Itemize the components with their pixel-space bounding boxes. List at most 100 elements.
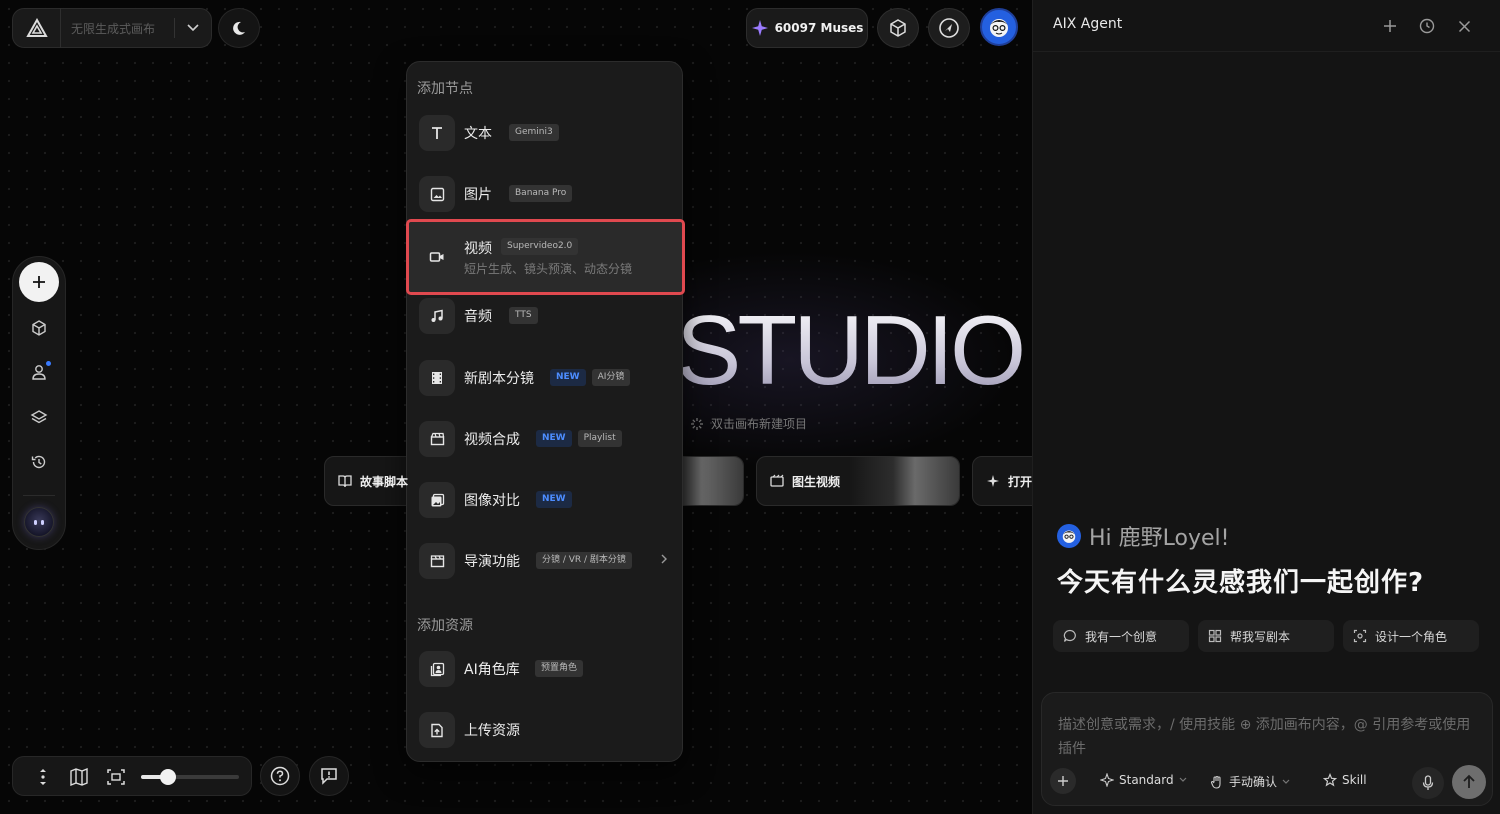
assets-button[interactable] — [25, 314, 53, 342]
sparkle-icon — [751, 20, 768, 36]
cube-icon — [32, 320, 46, 336]
book-icon — [338, 475, 352, 488]
menu-item-label: 导演功能 — [464, 554, 520, 570]
notification-dot — [46, 361, 51, 366]
clock-icon — [1419, 18, 1435, 34]
moon-icon — [233, 21, 245, 35]
composer-input[interactable]: 描述创意或需求，/ 使用技能 ⊕ 添加画布内容，@ 引用参考或使用插件 — [1058, 713, 1478, 761]
scan-face-icon — [1353, 629, 1367, 643]
menu-item-director[interactable]: 导演功能 分镜 / VR / 剧本分镜 — [417, 536, 674, 586]
menu-section-nodes: 添加节点 — [417, 81, 473, 97]
shortcut-label: 图生视频 — [792, 474, 841, 489]
menu-item-video-compose[interactable]: 视频合成 NEW Playlist — [417, 414, 674, 464]
shortcut-open[interactable]: 打开 — [972, 456, 1032, 506]
shortcut-label: 打开 — [1008, 474, 1032, 489]
zoom-slider-thumb[interactable] — [160, 769, 177, 785]
canvas[interactable]: 无限生成式画布 60097 Muses STUDIO 双击画布新建项目 故事脚本… — [0, 0, 1032, 814]
feature-tag: 分镜 / VR / 剧本分镜 — [536, 552, 632, 569]
project-switcher[interactable]: 无限生成式画布 — [12, 8, 212, 48]
plus-icon — [1058, 776, 1068, 786]
video-icon — [419, 239, 455, 275]
zoom-slider[interactable] — [141, 769, 239, 785]
send-button[interactable] — [1452, 765, 1486, 799]
more-vertical-icon[interactable] — [31, 765, 55, 789]
suggestion-chip-script[interactable]: 帮我写剧本 — [1198, 620, 1334, 652]
music-icon — [419, 298, 455, 334]
director-icon — [419, 543, 455, 579]
hand-icon — [1210, 775, 1221, 789]
chevron-down-icon — [1282, 779, 1290, 784]
skill-button[interactable]: Skill — [1323, 773, 1367, 787]
history-button[interactable] — [25, 448, 53, 476]
menu-item-upload[interactable]: 上传资源 — [417, 705, 674, 755]
greeting-text: Hi 鹿野Loyel! — [1089, 526, 1230, 551]
voice-input-button[interactable] — [1412, 767, 1444, 799]
layers-icon — [30, 410, 48, 424]
characters-button[interactable] — [25, 358, 53, 386]
upload-icon — [419, 712, 455, 748]
model-tag: Supervideo2.0 — [501, 238, 579, 255]
menu-item-storyboard[interactable]: 新剧本分镜 NEW AI分镜 — [417, 353, 674, 403]
menu-item-image[interactable]: 图片 Banana Pro — [417, 169, 674, 219]
character-library-icon — [419, 651, 455, 687]
navigate-button[interactable] — [928, 8, 970, 48]
new-chat-button[interactable] — [1380, 16, 1400, 36]
attach-button[interactable] — [1050, 768, 1076, 794]
menu-item-label: 音频 — [464, 309, 492, 325]
sparkle-outline-icon — [1100, 773, 1114, 787]
plus-icon — [33, 276, 45, 288]
user-avatar[interactable] — [980, 8, 1018, 46]
layers-button[interactable] — [25, 403, 53, 431]
menu-item-text[interactable]: 文本 Gemini3 — [417, 108, 674, 158]
theme-toggle-button[interactable] — [218, 8, 260, 48]
assistant-orb-icon[interactable] — [24, 507, 54, 537]
confirm-mode-select[interactable]: 手动确认 — [1210, 773, 1290, 790]
chevron-down-icon[interactable] — [175, 24, 211, 32]
muses-count: 60097 Muses — [774, 21, 864, 35]
box-icon — [890, 19, 906, 37]
greeting: Hi 鹿野Loyel! — [1057, 520, 1229, 552]
studio-title: STUDIO — [676, 295, 1026, 405]
menu-item-label: 图片 — [464, 187, 492, 203]
menu-item-label: 文本 — [464, 126, 492, 142]
suggestion-chip-character[interactable]: 设计一个角色 — [1343, 620, 1479, 652]
chevron-right-icon — [661, 554, 667, 564]
add-node-button[interactable] — [19, 262, 59, 302]
sparkle-icon — [987, 475, 999, 487]
mode-select[interactable]: Standard — [1100, 773, 1187, 787]
suggestion-chip-idea[interactable]: 我有一个创意 — [1053, 620, 1189, 652]
menu-item-label: 新剧本分镜 — [464, 371, 534, 387]
map-icon[interactable] — [67, 765, 91, 789]
feedback-button[interactable] — [309, 756, 349, 796]
app-logo-icon[interactable] — [13, 8, 61, 48]
agent-panel: AIX Agent Hi 鹿野Loyel! 今天有什么灵感我们一起创作? 我有一… — [1032, 0, 1500, 814]
shortcut-image-to-video[interactable]: 图生视频 — [756, 456, 960, 506]
fit-view-icon[interactable] — [104, 765, 128, 789]
chip-label: 我有一个创意 — [1085, 629, 1158, 644]
help-button[interactable] — [260, 756, 300, 796]
agent-composer[interactable]: 描述创意或需求，/ 使用技能 ⊕ 添加画布内容，@ 引用参考或使用插件 Stan… — [1041, 692, 1493, 806]
image-icon — [419, 176, 455, 212]
menu-item-character-library[interactable]: AI角色库 预置角色 — [417, 644, 674, 694]
menu-item-video[interactable]: 视频 Supervideo2.0 短片生成、镜头预演、动态分镜 — [406, 219, 685, 295]
menu-item-audio[interactable]: 音频 TTS — [417, 291, 674, 341]
arrow-up-icon — [1463, 774, 1475, 788]
star-icon — [1323, 773, 1337, 787]
grid-icon — [1208, 629, 1222, 643]
close-panel-button[interactable] — [1454, 16, 1474, 36]
feedback-icon — [321, 768, 337, 785]
shortcut-label: 故事脚本 — [360, 474, 409, 489]
studio-hint-text: 双击画布新建项目 — [711, 417, 808, 431]
menu-item-image-compare[interactable]: 图像对比 NEW — [417, 475, 674, 525]
history-button[interactable] — [1417, 16, 1437, 36]
avatar-face-icon — [990, 19, 1008, 37]
menu-item-label: AI角色库 — [464, 662, 520, 678]
clapper-icon — [419, 421, 455, 457]
project-name[interactable]: 无限生成式画布 — [61, 20, 174, 37]
cube-button[interactable] — [877, 8, 919, 48]
chip-label: 设计一个角色 — [1375, 629, 1448, 644]
mode-label: Standard — [1119, 773, 1174, 787]
agent-headline: 今天有什么灵感我们一起创作? — [1057, 568, 1425, 598]
muses-credits-button[interactable]: 60097 Muses — [746, 8, 868, 48]
new-badge: NEW — [536, 430, 572, 447]
